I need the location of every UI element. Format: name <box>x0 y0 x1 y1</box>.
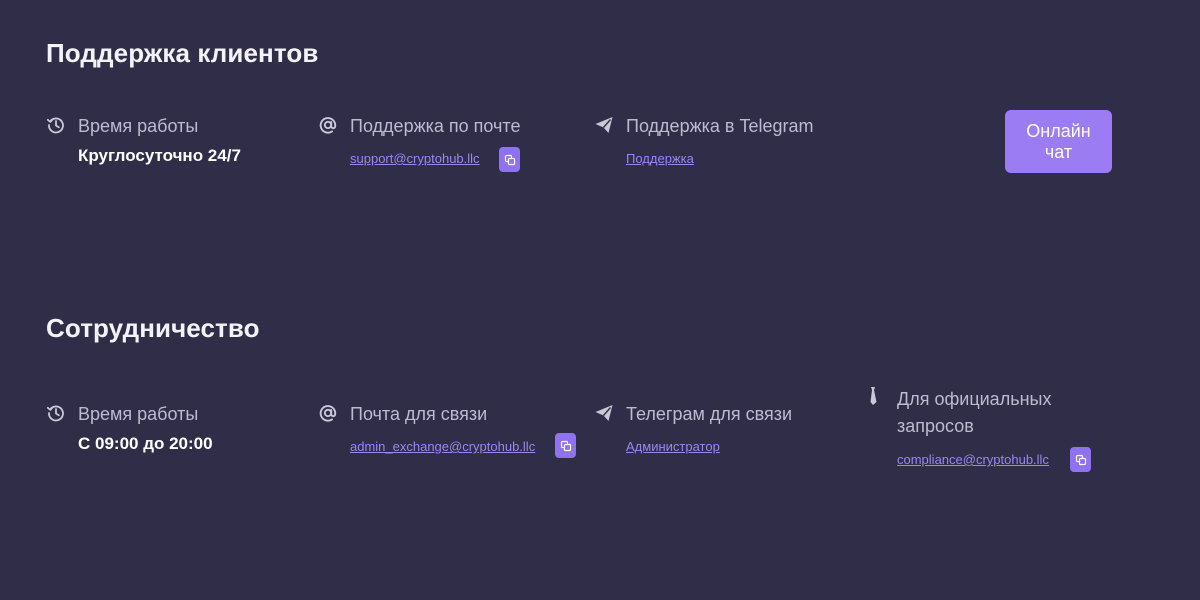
partnership-email-link[interactable]: admin_exchange@cryptohub.llc <box>350 439 535 454</box>
history-clock-icon <box>46 405 64 422</box>
partnership-email-label: Почта для связи <box>350 404 488 424</box>
partnership-telegram-label: Телеграм для связи <box>626 404 793 424</box>
partnership-telegram-link[interactable]: Администратор <box>626 439 720 454</box>
support-section-title: Поддержка клиентов <box>46 38 319 68</box>
partnership-section-title: Сотрудничество <box>46 313 260 343</box>
online-chat-button[interactable]: Онлайн чат <box>1005 110 1112 173</box>
copy-icon <box>1075 454 1086 465</box>
support-email-link[interactable]: support@cryptohub.llc <box>350 151 480 166</box>
partnership-official-link[interactable]: compliance@cryptohub.llc <box>897 452 1049 467</box>
copy-official-email-button[interactable] <box>1070 447 1091 472</box>
support-hours-label: Время работы <box>78 116 199 136</box>
tie-icon <box>870 387 877 405</box>
copy-partnership-email-button[interactable] <box>555 433 576 458</box>
partnership-hours-label: Время работы <box>78 404 199 424</box>
support-telegram-link[interactable]: Поддержка <box>626 151 694 166</box>
history-clock-icon <box>46 117 64 134</box>
at-sign-icon <box>319 405 337 422</box>
at-sign-icon <box>319 117 337 134</box>
support-telegram-label: Поддержка в Telegram <box>626 116 814 136</box>
partnership-official-label: Для официальных запросов <box>897 389 1052 436</box>
copy-icon <box>560 440 571 451</box>
support-hours-value: Круглосуточно 24/7 <box>78 146 241 165</box>
paper-plane-icon <box>595 117 613 133</box>
partnership-hours-value: С 09:00 до 20:00 <box>78 434 213 453</box>
support-email-label: Поддержка по почте <box>350 116 521 136</box>
copy-icon <box>504 154 515 165</box>
copy-support-email-button[interactable] <box>499 147 520 172</box>
paper-plane-icon <box>595 405 613 421</box>
